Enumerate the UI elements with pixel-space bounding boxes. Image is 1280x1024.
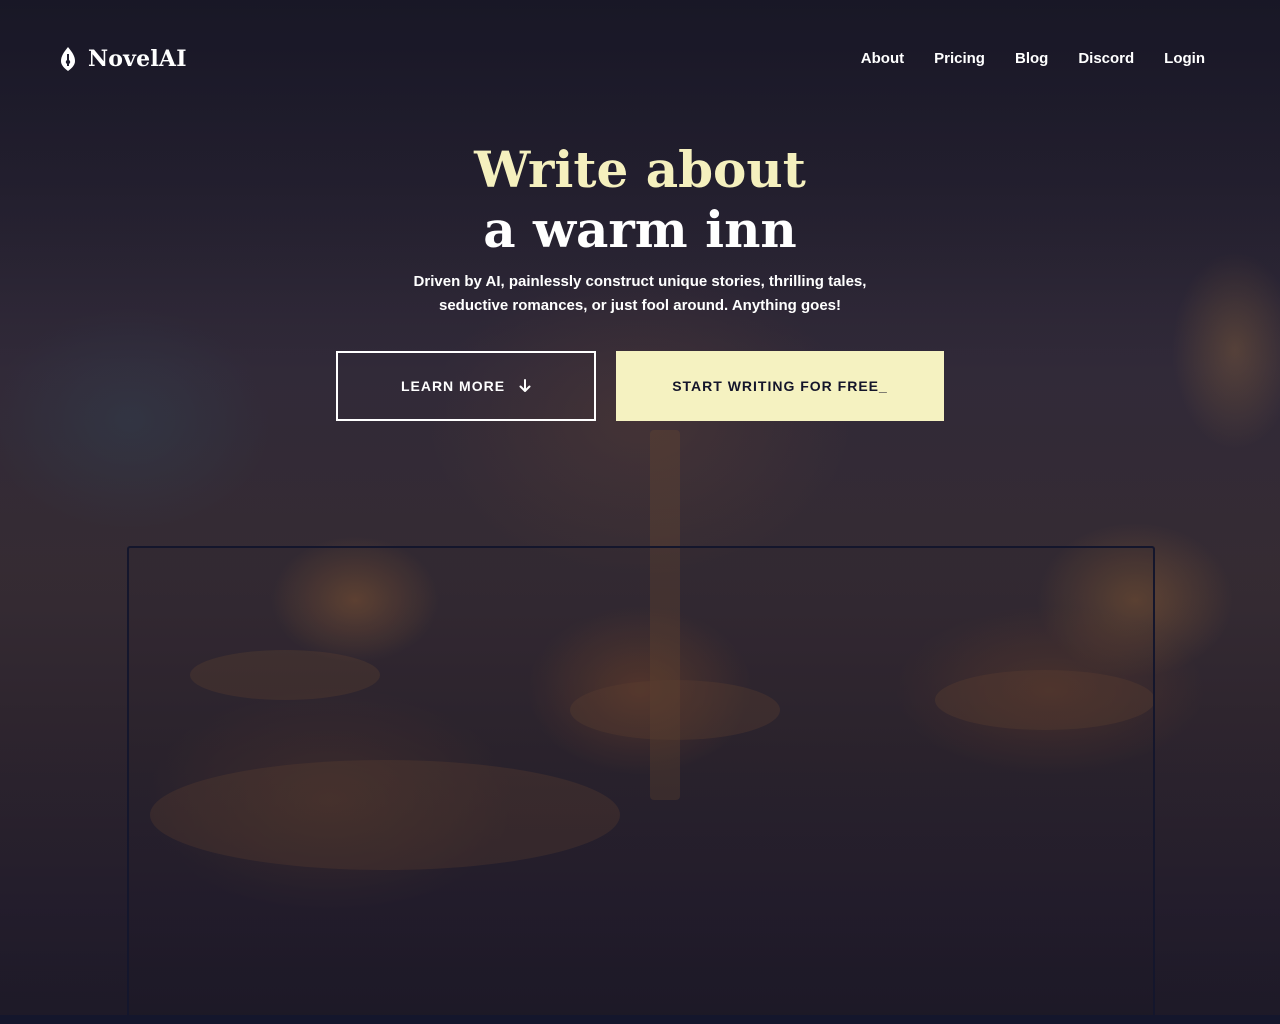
landing-page: NovelAI About Pricing Blog Discord Login…: [0, 0, 1280, 1024]
main-nav: About Pricing Blog Discord Login: [861, 50, 1205, 67]
app-preview-frame: [127, 546, 1155, 1024]
quill-nib-icon: [61, 47, 75, 71]
hero-subtitle: Driven by AI, painlessly construct uniqu…: [413, 273, 867, 314]
arrow-down-icon: [519, 379, 531, 392]
nav-blog-link[interactable]: Blog: [1015, 50, 1048, 67]
logo-text: NovelAI: [88, 46, 187, 72]
hero-title-line2: a warm inn: [483, 200, 797, 259]
bottom-bar: [0, 1015, 1280, 1024]
nav-login-link[interactable]: Login: [1164, 50, 1205, 67]
nav-about-link[interactable]: About: [861, 50, 904, 67]
hero-title-line1: Write about: [474, 140, 806, 199]
learn-more-label: LEARN MORE: [400, 378, 506, 394]
logo[interactable]: NovelAI: [58, 46, 187, 72]
nav-discord-link[interactable]: Discord: [1078, 50, 1134, 67]
site-header: NovelAI About Pricing Blog Discord Login: [0, 0, 1280, 120]
start-writing-button[interactable]: START WRITING FOR FREE_: [616, 351, 944, 421]
learn-more-button[interactable]: LEARN MORE: [336, 351, 596, 421]
start-writing-label: START WRITING FOR FREE_: [672, 378, 888, 394]
hero-section: Write about a warm inn Driven by AI, pai…: [0, 140, 1280, 318]
nav-pricing-link[interactable]: Pricing: [934, 50, 985, 67]
